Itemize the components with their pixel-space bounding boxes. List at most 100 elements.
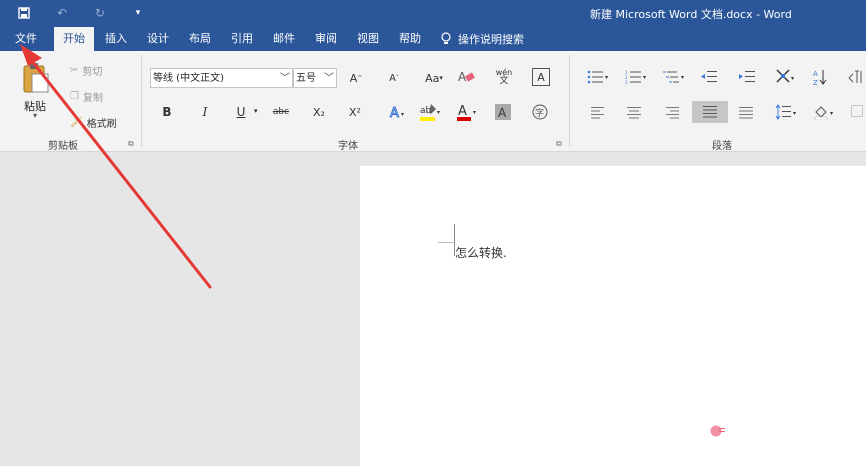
svg-text:▾: ▾ [791,75,794,82]
align-center-icon[interactable] [626,106,642,120]
svg-text:▾: ▾ [830,110,833,117]
title-bar: ↶ ↻ ▾ 新建 Microsoft Word 文档.docx - Word [0,0,866,27]
phonetic-guide-button[interactable]: wén 文 [492,67,516,87]
tab-insert[interactable]: 插入 [96,27,136,51]
italic-button[interactable]: I [196,103,214,121]
character-shading-icon[interactable]: A [494,103,512,121]
underline-dropdown-icon[interactable]: ▾ [254,107,258,115]
svg-text:字: 字 [535,107,544,119]
bullets-icon[interactable]: ▾ [586,69,612,85]
scissors-icon: ✂ [70,65,79,76]
font-size-value: 五号 [296,73,316,84]
svg-text:A: A [458,104,467,119]
tab-references[interactable]: 引用 [222,27,262,51]
tell-me-search[interactable]: 操作说明搜索 [440,27,524,51]
undo-icon[interactable]: ↶ [52,4,72,22]
distributed-icon[interactable] [738,106,754,120]
ribbon-tabs: 文件 开始 插入 设计 布局 引用 邮件 审阅 视图 帮助 操作说明搜索 [0,27,866,51]
font-group-label: 字体 [338,141,358,152]
customize-qat-icon[interactable]: ▾ [128,4,148,22]
tell-me-label: 操作说明搜索 [458,33,524,46]
svg-text:A: A [813,70,818,78]
document-area[interactable]: 怎么转换. [0,152,866,466]
tab-layout[interactable]: 布局 [180,27,220,51]
clipboard-group-label: 剪贴板 [48,141,78,152]
tab-review[interactable]: 审阅 [306,27,346,51]
text-effects-icon[interactable]: A ▾ [386,103,408,121]
justify-icon[interactable] [692,101,728,123]
decrease-indent-icon[interactable] [700,69,718,85]
document-page[interactable]: 怎么转换. [360,166,866,466]
character-border-icon[interactable]: A [532,68,550,86]
chevron-down-icon: ﹀ [324,73,334,84]
format-painter-label: 格式刷 [86,119,117,130]
group-separator [569,55,570,147]
svg-text:▾: ▾ [643,74,646,81]
font-color-icon[interactable]: A ▾ [454,101,478,123]
shrink-font-icon[interactable]: Aˇ [384,69,404,87]
paste-dropdown-icon[interactable]: ▾ [33,111,37,120]
clear-formatting-icon[interactable]: A [456,67,476,87]
redo-icon[interactable]: ↻ [90,4,110,22]
svg-text:A: A [390,106,399,120]
copy-icon: ❐ [70,91,79,102]
svg-text:▾: ▾ [473,109,476,116]
underline-button[interactable]: U [232,103,250,121]
copy-label: 复制 [82,93,103,104]
tab-home[interactable]: 开始 [54,27,94,51]
show-formatting-icon[interactable] [846,69,866,85]
increase-indent-icon[interactable] [738,69,756,85]
svg-text:▾: ▾ [401,111,404,118]
save-icon[interactable] [14,4,34,22]
bold-button[interactable]: B [158,103,176,121]
font-launcher-icon[interactable]: ⧉ [556,139,562,149]
lightbulb-icon [441,32,451,44]
borders-icon[interactable] [850,104,864,118]
svg-text:▾: ▾ [437,109,440,116]
enclose-characters-icon[interactable]: 字 [530,102,550,122]
cut-button[interactable]: ✂ 剪切 [70,63,102,78]
multilevel-list-icon[interactable]: ▾ [662,69,688,85]
font-size-combo[interactable]: 五号 ﹀ [293,68,337,88]
svg-text:Z: Z [813,79,818,86]
svg-text:A: A [498,106,507,120]
superscript-button[interactable]: X² [344,103,366,121]
svg-text:▾: ▾ [793,110,796,117]
sort-icon[interactable]: AZ [812,67,828,87]
tab-mailings[interactable]: 邮件 [264,27,304,51]
tab-help[interactable]: 帮助 [390,27,430,51]
group-separator [141,55,142,147]
numbering-icon[interactable]: 1 2 3 ▾ [624,69,650,85]
clipboard-launcher-icon[interactable]: ⧉ [128,139,134,149]
format-painter-button[interactable]: 🖌 格式刷 [70,115,117,130]
margin-corner-mark [438,242,454,243]
ribbon-home: 粘贴 ▾ ✂ 剪切 ❐ 复制 🖌 格式刷 剪贴板 ⧉ 等线 (中文正文) ﹀ 五… [0,51,866,152]
paste-icon[interactable] [18,57,52,97]
shading-icon[interactable]: ▾ [812,103,838,121]
cut-label: 剪切 [82,67,103,78]
change-case-button[interactable]: Aa ▾ [420,69,448,87]
font-name-combo[interactable]: 等线 (中文正文) ﹀ [150,68,293,88]
svg-text:▾: ▾ [681,74,684,81]
line-spacing-icon[interactable]: ▾ [774,103,800,121]
tab-design[interactable]: 设计 [138,27,178,51]
align-left-icon[interactable] [590,106,606,120]
svg-text:3: 3 [625,80,628,84]
chevron-down-icon: ﹀ [280,73,290,84]
document-text[interactable]: 怎么转换. [455,244,507,261]
subscript-button[interactable]: X₂ [308,103,330,121]
copy-button[interactable]: ❐ 复制 [70,89,103,104]
paragraph-group-label: 段落 [712,141,732,152]
paintbrush-icon: 🖌 [70,117,83,128]
window-title: 新建 Microsoft Word 文档.docx - Word [590,8,792,21]
font-name-value: 等线 (中文正文) [153,73,224,84]
change-case-label: Aa [425,71,440,85]
strikethrough-button[interactable]: abc [270,103,292,121]
tab-file[interactable]: 文件 [6,27,46,51]
svg-text:▾: ▾ [605,74,608,81]
align-right-icon[interactable] [664,106,680,120]
chinese-layout-icon[interactable]: ▾ [774,67,798,87]
tab-view[interactable]: 视图 [348,27,388,51]
highlight-color-icon[interactable]: ab ▾ [418,101,442,123]
grow-font-icon[interactable]: A ^ [346,69,366,87]
